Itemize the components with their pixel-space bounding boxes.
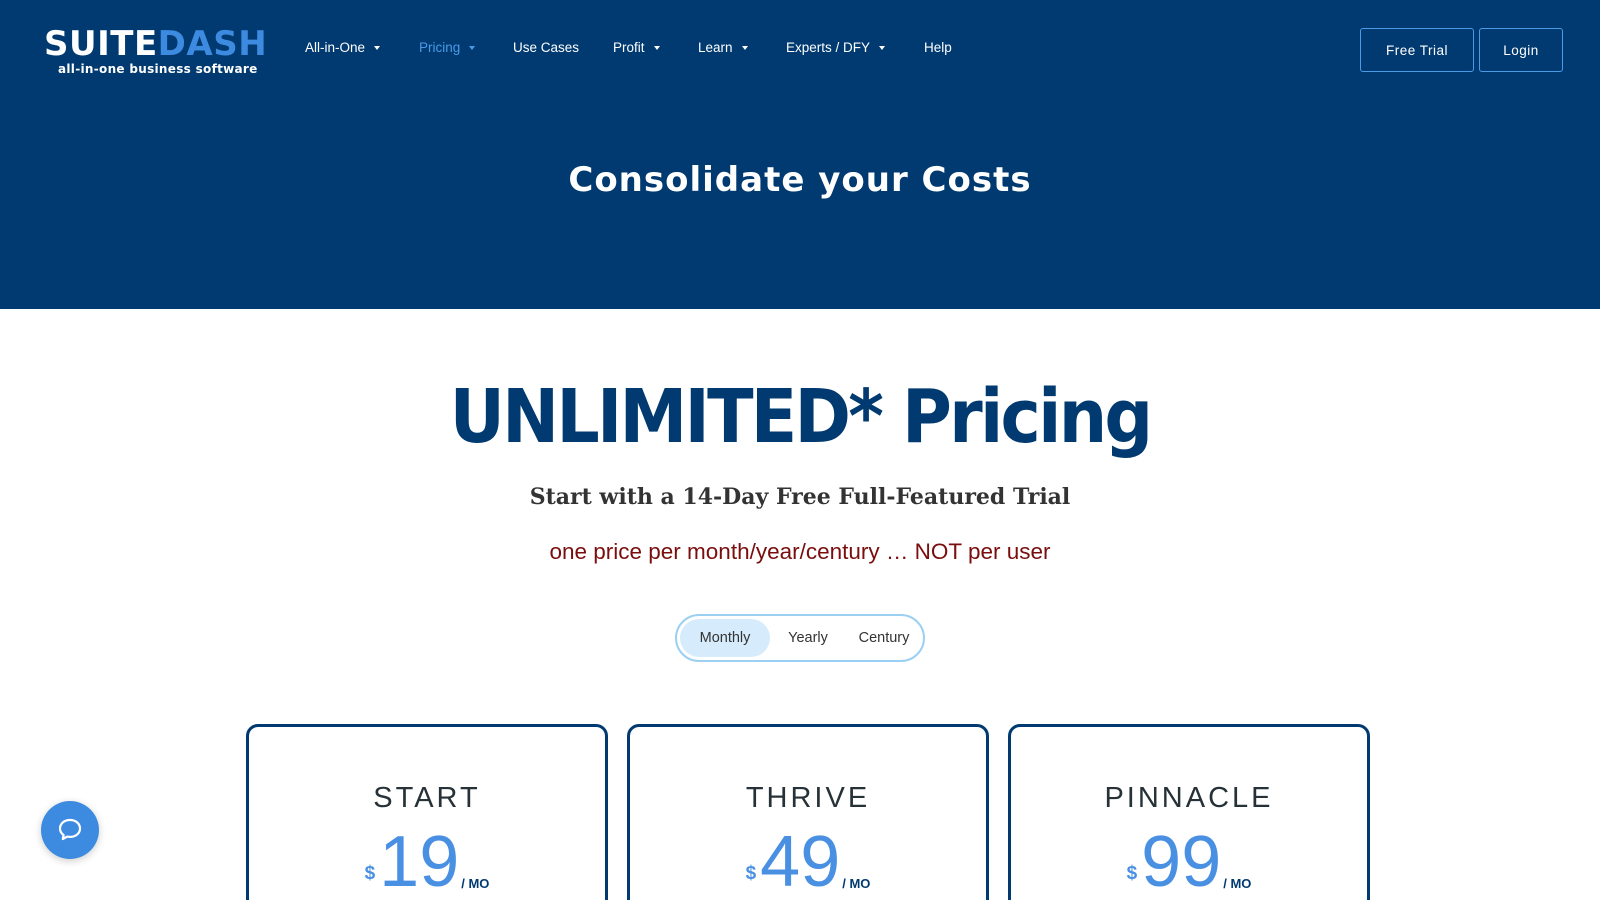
price-period: / MO (461, 876, 490, 891)
plan-card-pinnacle: PINNACLE $ 99 / MO (1008, 724, 1370, 900)
price-currency: $ (1126, 863, 1138, 884)
caret-down-icon (741, 45, 748, 50)
login-button[interactable]: Login (1479, 28, 1563, 72)
price-currency: $ (364, 863, 376, 884)
plan-name: THRIVE (745, 782, 871, 814)
nav-item-pricing[interactable]: Pricing (419, 40, 476, 55)
plan-price: $ 19 / MO (249, 825, 605, 899)
price-period: / MO (1223, 876, 1252, 891)
plan-price: $ 49 / MO (630, 825, 986, 899)
caret-down-icon (469, 45, 476, 50)
nav-label: Help (924, 40, 952, 55)
pricing-title: UNLIMITED* Pricing (449, 374, 1154, 460)
nav-label: Use Cases (513, 40, 580, 55)
nav-item-all-in-one[interactable]: All-in-One (305, 40, 381, 55)
site-header: SUITEDASH all-in-one business software A… (0, 0, 1600, 309)
price-amount: 49 (760, 822, 841, 900)
billing-option-century[interactable]: Century (846, 619, 922, 657)
chat-bubble-icon (58, 818, 82, 841)
nav-label: Experts / DFY (786, 40, 871, 55)
nav-item-learn[interactable]: Learn (698, 40, 748, 55)
nav-label: Profit (613, 40, 645, 55)
plan-price: $ 99 / MO (1011, 825, 1367, 899)
price-amount: 99 (1141, 822, 1222, 900)
nav-item-help[interactable]: Help (924, 40, 952, 55)
price-period: / MO (842, 876, 871, 891)
nav-label: Learn (698, 40, 733, 55)
nav-item-experts-dfy[interactable]: Experts / DFY (786, 40, 886, 55)
plan-card-thrive: THRIVE $ 49 / MO (627, 724, 989, 900)
caret-down-icon (374, 45, 381, 50)
suitedash-logo[interactable]: SUITEDASH all-in-one business software (44, 26, 274, 80)
free-trial-button[interactable]: Free Trial (1360, 28, 1474, 72)
billing-option-monthly[interactable]: Monthly (680, 619, 770, 657)
nav-item-profit[interactable]: Profit (613, 40, 660, 55)
logo-suite-text: SUITE (44, 24, 158, 64)
logo-tagline: all-in-one business software (58, 62, 258, 76)
logo-wordmark: SUITEDASH (44, 26, 267, 62)
billing-option-yearly[interactable]: Yearly (772, 619, 844, 657)
caret-down-icon (879, 45, 886, 50)
nav-item-use-cases[interactable]: Use Cases (513, 40, 579, 55)
pricing-subtitle: Start with a 14-Day Free Full-Featured T… (529, 484, 1071, 510)
plan-name: START (373, 782, 481, 814)
chat-widget-button[interactable] (41, 801, 99, 859)
pricing-tagline: one price per month/year/century … NOT p… (549, 539, 1051, 564)
nav-label: Pricing (419, 40, 461, 55)
nav-label: All-in-One (305, 40, 366, 55)
plan-card-start: START $ 19 / MO (246, 724, 608, 900)
billing-period-toggle: Monthly Yearly Century (675, 614, 925, 662)
price-currency: $ (745, 863, 757, 884)
plan-name: PINNACLE (1104, 782, 1274, 814)
price-amount: 19 (379, 822, 460, 900)
caret-down-icon (653, 45, 660, 50)
logo-dash-text: DASH (157, 24, 268, 64)
hero-title: Consolidate your Costs (568, 160, 1032, 200)
